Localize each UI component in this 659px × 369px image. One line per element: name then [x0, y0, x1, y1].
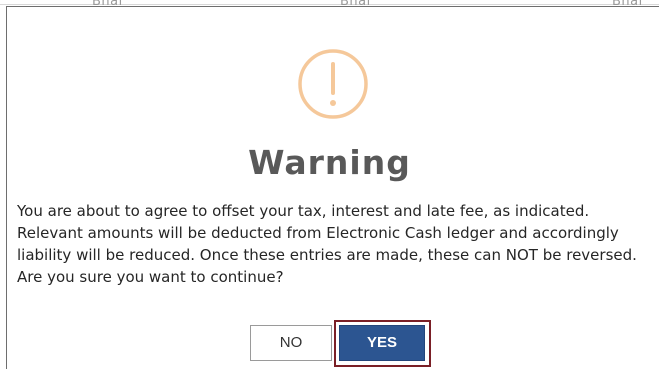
- exclamation-circle-icon: [297, 48, 369, 120]
- dialog-title: Warning: [248, 143, 411, 182]
- dialog-message: You are about to agree to offset your ta…: [17, 202, 637, 286]
- page: Bhai Bhai Bhai Warning You are about to …: [0, 0, 659, 369]
- no-button[interactable]: NO: [250, 325, 332, 361]
- yes-button[interactable]: YES: [339, 325, 425, 361]
